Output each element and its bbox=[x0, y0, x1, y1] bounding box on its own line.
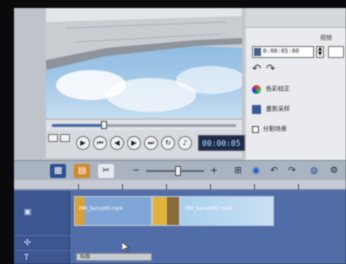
clip-name: HM_Sunset0.mp4 bbox=[79, 206, 123, 212]
timeline-toolbar: ▦ ▤ ✂ − + ⊞ ◉ ↶ ↷ ◍ ⚙ bbox=[14, 160, 346, 180]
storyboard-view-icon[interactable]: ▦ bbox=[50, 164, 66, 178]
video-track-icon: ▣ bbox=[24, 207, 32, 216]
color-correction-label: 色彩校正 bbox=[265, 86, 290, 93]
go-to-start-button[interactable]: ⏮ bbox=[93, 136, 107, 150]
preview-panel: ▶ ⏮ ◀ ▶ ⏭ ↻ ♪ 00:00:05 bbox=[14, 8, 245, 160]
split-scene-label: 分割场景 bbox=[262, 126, 287, 133]
volume-button[interactable]: ♪ bbox=[178, 136, 192, 150]
repeat-button[interactable]: ↻ bbox=[161, 136, 175, 150]
color-correction-row[interactable]: 色彩校正 bbox=[252, 84, 290, 96]
resample-label: 重新采样 bbox=[265, 106, 290, 113]
smart-proxy-icon[interactable]: ◍ bbox=[306, 164, 322, 178]
scrub-progress bbox=[52, 124, 104, 127]
timecode-display[interactable]: 00:00:05 bbox=[198, 135, 245, 151]
ruler-tick bbox=[166, 184, 167, 190]
title-transition-clip[interactable] bbox=[152, 196, 180, 226]
audio-view-icon[interactable]: ✂ bbox=[98, 164, 114, 178]
video-clip[interactable]: HM_Sunset02.mp4 bbox=[180, 196, 274, 226]
track-manager-icon[interactable]: ⚙ bbox=[326, 164, 342, 178]
resample-icon bbox=[252, 105, 261, 114]
video-clip[interactable]: HM_Sunset0.mp4 bbox=[74, 196, 152, 226]
zoom-out-icon[interactable]: − bbox=[128, 164, 144, 178]
play-button[interactable]: ▶ bbox=[76, 136, 90, 150]
rotate-right-icon[interactable]: ↷ bbox=[266, 63, 278, 75]
undo-icon[interactable]: ↶ bbox=[266, 164, 282, 178]
split-scene-checkbox[interactable] bbox=[252, 126, 259, 133]
video-track-header[interactable]: ▣ bbox=[14, 191, 70, 235]
overlay-track-header[interactable]: ✣ bbox=[14, 236, 70, 250]
options-panel: 视频 0:00:05:00 ▲ ▼ ↶ ↷ 色彩校正 重新采样 分割场景 bbox=[246, 8, 346, 160]
timeline-view-icon[interactable]: ▤ bbox=[74, 164, 90, 178]
duration-icon bbox=[254, 48, 261, 56]
overlay-track-icon: ✣ bbox=[24, 238, 31, 247]
go-to-end-button[interactable]: ⏭ bbox=[144, 136, 158, 150]
tab-2[interactable] bbox=[276, 11, 284, 25]
tab-1[interactable] bbox=[250, 11, 258, 25]
zoom-in-icon[interactable]: + bbox=[206, 164, 222, 178]
clip-volume-field[interactable] bbox=[328, 46, 344, 58]
scrub-bar[interactable] bbox=[46, 120, 242, 130]
ruler-tick bbox=[122, 184, 123, 190]
redo-icon[interactable]: ↷ bbox=[284, 164, 300, 178]
next-frame-button[interactable]: ▶ bbox=[127, 136, 141, 150]
monitor-bezel-left bbox=[0, 0, 14, 264]
mark-out-button[interactable] bbox=[60, 134, 70, 142]
airplane-wing bbox=[46, 8, 242, 70]
title-track-icon: T bbox=[24, 253, 29, 262]
split-scene-row[interactable]: 分割场景 bbox=[252, 124, 287, 136]
time-ruler[interactable] bbox=[14, 180, 346, 190]
tab-video[interactable]: 视频 bbox=[316, 32, 336, 46]
scrub-handle[interactable] bbox=[100, 121, 107, 129]
rotate-left-icon[interactable]: ↶ bbox=[252, 63, 264, 75]
ruler-tick bbox=[210, 184, 211, 190]
clip-name: HM_Sunset02.mp4 bbox=[185, 206, 232, 212]
preview-video[interactable] bbox=[46, 8, 242, 118]
video-editor-window: ▶ ⏮ ◀ ▶ ⏭ ↻ ♪ 00:00:05 视频 0:00:05:00 ▲▼ bbox=[14, 8, 346, 264]
timeline: ▣ ✣ T HM_Sunset0.mp4 HM_Sunset02.mp4 标题 bbox=[14, 180, 346, 264]
title-clip[interactable]: 标题 bbox=[76, 253, 152, 261]
record-icon[interactable]: ◉ bbox=[248, 164, 264, 178]
fit-icon[interactable]: ⊞ bbox=[230, 164, 246, 178]
resample-row[interactable]: 重新采样 bbox=[252, 104, 290, 116]
monitor-photo: ▶ ⏮ ◀ ▶ ⏭ ↻ ♪ 00:00:05 视频 0:00:05:00 ▲▼ bbox=[0, 0, 346, 264]
previous-frame-button[interactable]: ◀ bbox=[110, 136, 124, 150]
transport-controls: ▶ ⏮ ◀ ▶ ⏭ ↻ ♪ 00:00:05 bbox=[46, 130, 245, 158]
ruler-tick bbox=[78, 184, 79, 190]
mouse-cursor-icon bbox=[122, 242, 130, 252]
zoom-slider-handle[interactable] bbox=[174, 166, 181, 176]
ruler-tick bbox=[298, 184, 299, 190]
title-track-header[interactable]: T bbox=[14, 251, 70, 264]
options-tabs: 视频 bbox=[246, 8, 346, 42]
ruler-tick bbox=[254, 184, 255, 190]
mark-in-button[interactable] bbox=[48, 134, 58, 142]
duration-value: 0:00:05:00 bbox=[263, 48, 300, 55]
duration-field[interactable]: 0:00:05:00 bbox=[252, 46, 314, 58]
color-correction-icon bbox=[252, 85, 261, 94]
duration-stepper[interactable]: ▲ ▼ bbox=[316, 46, 324, 58]
